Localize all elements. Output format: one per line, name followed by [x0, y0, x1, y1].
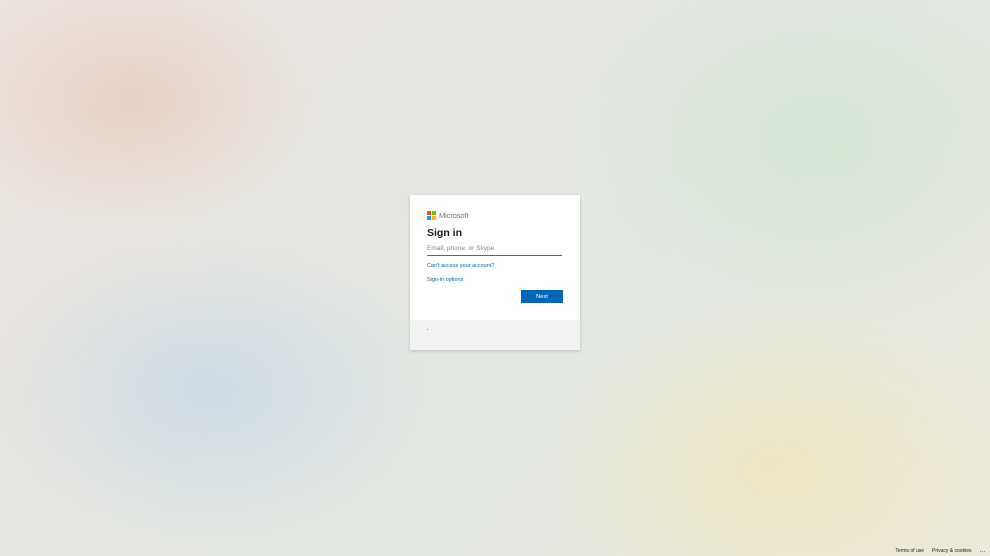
brand-name: Microsoft [439, 211, 469, 220]
signin-card-footer [410, 320, 580, 350]
logo-square-green [432, 211, 436, 215]
signin-card-main: Microsoft Sign in Can't access your acco… [410, 195, 580, 320]
page-footer: Terms of use Privacy & cookies ... [895, 548, 986, 554]
microsoft-logo-icon [427, 211, 436, 220]
microsoft-logo: Microsoft [427, 211, 469, 220]
logo-square-blue [427, 216, 431, 220]
logo-square-yellow [432, 216, 436, 220]
email-field[interactable] [427, 243, 562, 256]
signin-card: Microsoft Sign in Can't access your acco… [410, 195, 580, 350]
privacy-cookies-link[interactable]: Privacy & cookies [932, 548, 971, 554]
logo-square-red [427, 211, 431, 215]
signin-options-link[interactable]: Sign-in options [427, 277, 463, 283]
next-button[interactable]: Next [521, 290, 563, 303]
cant-access-account-link[interactable]: Can't access your account? [427, 263, 494, 269]
terms-of-use-link[interactable]: Terms of use [895, 548, 924, 554]
footer-dot [427, 329, 428, 330]
page-title: Sign in [427, 227, 462, 239]
more-options-icon[interactable]: ... [979, 548, 986, 554]
